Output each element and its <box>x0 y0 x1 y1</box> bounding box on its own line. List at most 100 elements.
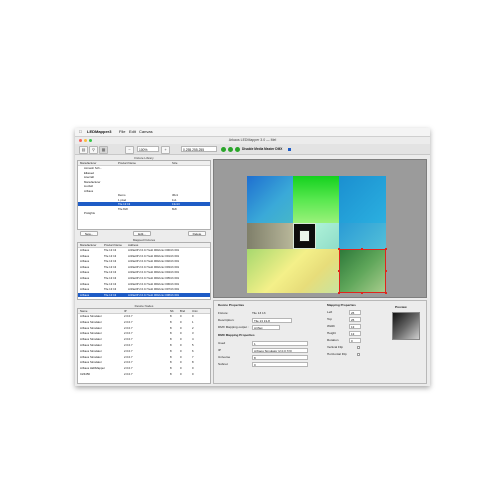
table-row[interactable]: Acmesh Sch... <box>78 166 210 170</box>
cell-name: ArKaos Simulator <box>80 343 102 347</box>
table-row[interactable]: Tile 8x8 8x8 <box>78 207 210 211</box>
table-row[interactable]: ArKaos <box>78 189 210 193</box>
fixture-tile[interactable] <box>293 176 339 223</box>
table-row[interactable]: ArKaos Tile 13 13 ArtNetIP 2.0.0.7/sub 000… <box>78 254 210 258</box>
rotation-field[interactable]: 0 <box>349 338 361 343</box>
table-row[interactable]: ArKaos LEDMapper 2.0.0.7 8 0 0 <box>78 366 210 370</box>
top-field[interactable]: 26 <box>349 317 361 322</box>
used-field[interactable]: 1 <box>252 341 308 346</box>
horizontal-flip-checkbox[interactable] <box>357 353 360 356</box>
selected-fixture-tile[interactable] <box>339 249 386 293</box>
color-value-field[interactable]: 0.255.255.255 <box>181 146 217 152</box>
menu-file[interactable]: File <box>119 128 125 136</box>
resize-handle[interactable] <box>338 292 340 294</box>
cell-nb: 8 <box>170 325 172 330</box>
column-manufacturer[interactable]: Manufacturer <box>80 243 96 247</box>
column-bnd[interactable]: Bnd <box>180 309 185 313</box>
cell-size: 1x1 <box>172 197 177 202</box>
table-row[interactable]: ArKaos Tile 13 13 ArtNetIP 2.0.0.7/sub 000… <box>78 276 210 280</box>
menu-canvas[interactable]: Canvas <box>139 128 153 136</box>
fixture-tile[interactable] <box>339 223 386 249</box>
vertical-flip-checkbox[interactable] <box>357 346 360 349</box>
new-fixture-button[interactable]: New... <box>80 231 98 236</box>
grid-tool-button[interactable]: ▦ <box>99 146 108 154</box>
table-row[interactable]: ArKaos Simulator 2.0.0.7 8 0 1 <box>78 320 210 324</box>
column-univ[interactable]: Univ <box>192 309 198 313</box>
fixture-tile[interactable] <box>293 223 316 249</box>
column-name[interactable]: Name <box>80 309 87 313</box>
table-row[interactable]: Lionfell <box>78 184 210 188</box>
fixture-tile[interactable] <box>247 176 293 223</box>
table-row[interactable]: ArKaos Tile 13 13 ArtNetIP 2.0.0.7/sub 000… <box>78 282 210 286</box>
app-name-menu[interactable]: LEDMapper3 <box>87 128 111 136</box>
table-row[interactable]: ArKaos Tile 13 13 ArtNetIP 2.0.0.7/sub 000… <box>78 259 210 263</box>
menu-edit[interactable]: Edit <box>129 128 136 136</box>
select-tool-button[interactable]: ▤ <box>79 146 88 154</box>
apple-icon[interactable]:  <box>79 128 82 136</box>
column-size[interactable]: Size <box>172 161 177 165</box>
zoom-tool-button[interactable]: ⚲ <box>89 146 98 154</box>
fixture-tile[interactable] <box>247 249 339 293</box>
mapping-canvas[interactable] <box>213 159 427 298</box>
resize-handle[interactable] <box>338 248 340 250</box>
cell-name: ArKaos Simulator <box>80 360 102 365</box>
table-row[interactable]: ArKaos Simulator 2.0.0.7 8 0 8 <box>78 360 210 364</box>
fixture-tile[interactable] <box>316 223 339 249</box>
table-row[interactable]: Prolights <box>78 211 210 215</box>
table-row[interactable]: ArKaos Simulator 2.0.0.7 8 0 6 <box>78 349 210 353</box>
column-product-name[interactable]: Product Name <box>104 243 122 247</box>
resize-handle[interactable] <box>385 292 387 294</box>
table-row[interactable]: CZ4456 2.0.0.7 8 0 0 <box>78 372 210 376</box>
zoom-select[interactable]: 100% <box>137 146 159 152</box>
table-row[interactable]: Elkaved <box>78 171 210 175</box>
table-row[interactable]: 1 pixel 1x1 <box>78 198 210 202</box>
cell-address: ArtNetIP 2.0.0.7/sub 000/univ 004/ch 001 <box>128 270 180 275</box>
description-field[interactable]: Tile 13 13-8 <box>252 318 292 323</box>
cell-ip: 2.0.0.7 <box>124 331 133 336</box>
left-field[interactable]: 26 <box>349 310 361 315</box>
table-row[interactable]: ArKaos Simulator 2.0.0.7 8 0 0 <box>78 314 210 318</box>
fixture-tile[interactable] <box>247 223 293 249</box>
universe-field[interactable]: 8 <box>252 355 308 360</box>
resize-handle[interactable] <box>385 248 387 250</box>
table-row[interactable]: ArKaos Simulator 2.0.0.7 8 0 7 <box>78 355 210 359</box>
resize-handle[interactable] <box>361 248 363 250</box>
table-row[interactable]: Manufacturer <box>78 180 210 184</box>
column-manufacturer[interactable]: Manufacturer <box>80 161 96 165</box>
subnet-field[interactable]: 0 <box>252 362 308 367</box>
table-row[interactable]: ArKaos Tile 13 13 ArtNetIP 2.0.0.7/sub 000… <box>78 292 210 297</box>
edit-fixture-button[interactable]: Edit... <box>133 231 151 236</box>
table-row[interactable]: ArKaos Simulator 2.0.0.7 8 0 3 <box>78 331 210 335</box>
table-row[interactable]: Litecraft <box>78 175 210 179</box>
delete-fixture-button[interactable]: Delete <box>188 231 206 236</box>
zoom-out-button[interactable]: − <box>125 146 134 154</box>
zoom-in-button[interactable]: + <box>161 146 170 154</box>
table-row[interactable]: ArKaos Tile 13 13 ArtNetIP 2.0.0.7/sub 000… <box>78 265 210 269</box>
cell-univ: 8 <box>192 360 194 365</box>
resize-handle[interactable] <box>385 270 387 272</box>
table-row[interactable]: ArKaos Simulator 2.0.0.7 8 0 2 <box>78 326 210 330</box>
table-row[interactable]: ArKaos Tile 13 13 ArtNetIP 2.0.0.7/sub 000… <box>78 270 210 274</box>
width-field[interactable]: 13 <box>349 324 361 329</box>
table-row[interactable]: Tile 13 13 13x13 <box>78 202 210 206</box>
column-nb[interactable]: Nb <box>170 309 174 313</box>
resize-handle[interactable] <box>338 270 340 272</box>
cell-univ: 7 <box>192 354 194 359</box>
ip-select[interactable]: ArKaos Simulator (2.0.0.7/3) <box>252 348 308 353</box>
dmx-mapping-output-select[interactable]: ArtNet <box>252 325 280 330</box>
column-product-name[interactable]: Product Name <box>118 161 136 165</box>
column-ip[interactable]: IP <box>124 309 127 313</box>
table-row[interactable]: ArKaos Simulator 2.0.0.7 8 0 4 <box>78 337 210 341</box>
cell-product-name: 1 pixel <box>118 197 127 202</box>
height-label: Height <box>327 331 336 335</box>
table-row[interactable]: ArKaos Simulator 2.0.0.7 8 0 5 <box>78 343 210 347</box>
window-title: Arkaos LEDMapper 3.0 — Mel <box>228 138 277 142</box>
table-row[interactable]: ArKaos Tile 13 13 ArtNetIP 2.0.0.7/sub 000… <box>78 248 210 252</box>
resize-handle[interactable] <box>361 292 363 294</box>
height-field[interactable]: 13 <box>349 331 361 336</box>
column-address[interactable]: Address <box>128 243 138 247</box>
disable-dmx-checkbox[interactable] <box>288 148 291 151</box>
table-row[interactable]: Demo 36x1 <box>78 193 210 197</box>
fixture-tile[interactable] <box>339 176 386 223</box>
table-row[interactable]: ArKaos Tile 13 13 ArtNetIP 2.0.0.7/sub 000… <box>78 287 210 291</box>
